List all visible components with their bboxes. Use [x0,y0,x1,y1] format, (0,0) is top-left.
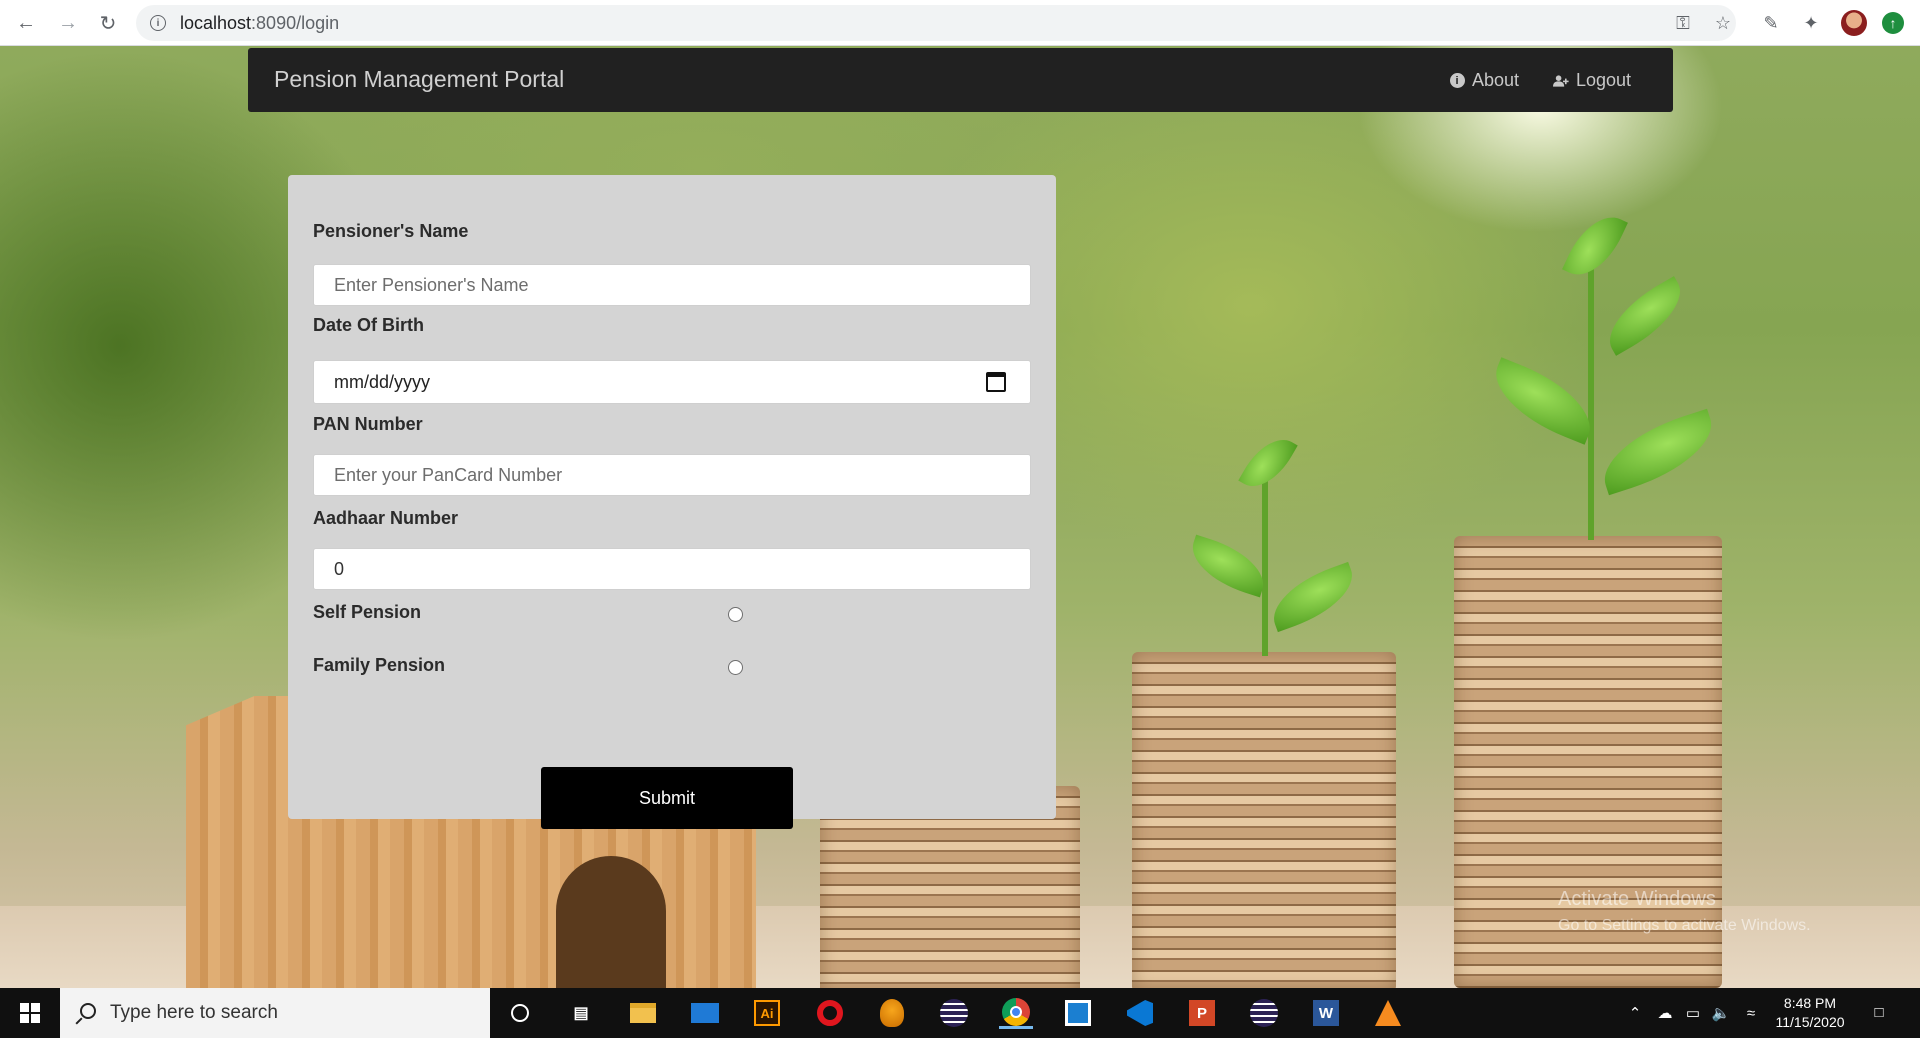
leaf-decoration [1183,534,1273,598]
page-background: Pension Management Portal i About Logout… [0,46,1920,988]
url-host: localhost [180,12,252,33]
user-plus-icon [1553,73,1569,89]
notification-icon[interactable]: □ [1868,1001,1890,1023]
wifi-icon[interactable]: ≈ [1740,1002,1762,1024]
family-pension-label: Family Pension [313,655,446,675]
taskbar-clock[interactable]: 8:48 PM 11/15/2020 [1768,994,1852,1032]
house-door-decoration [556,856,666,988]
eyedropper-icon[interactable]: ✎ [1759,11,1783,35]
star-icon[interactable]: ☆ [1712,12,1734,34]
windows-taskbar: Type here to search ▤ Ai P W ⌃ ☁ ▭ 🔈 ≈ 8… [0,988,1920,1038]
leaf-decoration [1482,357,1604,445]
key-icon[interactable]: ⚿ [1672,12,1694,34]
pensioner-name-label: Pensioner's Name [313,221,469,241]
chevron-up-icon[interactable]: ⌃ [1624,1002,1646,1024]
plant-stem-medium [1262,466,1268,656]
puzzle-icon[interactable]: ✦ [1799,11,1823,35]
browser-toolbar: ← → ↻ i localhost:8090/login ⚿ ☆ ✎ ✦ ↑ [0,0,1920,46]
reload-icon[interactable]: ↻ [94,9,122,37]
cortana-icon[interactable] [503,997,537,1029]
clock-time: 8:48 PM [1783,995,1837,1011]
forward-arrow-icon[interactable]: → [54,9,82,37]
profile-avatar[interactable] [1841,10,1867,36]
app-icon[interactable] [1061,997,1095,1029]
powerpoint-icon[interactable]: P [1185,997,1219,1029]
pan-number-label: PAN Number [313,414,423,434]
search-icon [80,1003,96,1019]
taskbar-search-box[interactable]: Type here to search [60,988,490,1038]
word-icon[interactable]: W [1309,997,1343,1029]
top-navbar: Pension Management Portal i About Logout [248,48,1673,112]
leaf-decoration [1562,205,1628,287]
submit-button[interactable]: Submit [541,767,793,829]
activate-windows-subtitle: Go to Settings to activate Windows. [1558,917,1811,934]
about-link[interactable]: i About [1449,70,1519,91]
date-of-birth-label: Date Of Birth [313,315,425,335]
battery-icon[interactable]: ▭ [1682,1002,1704,1024]
onedrive-icon[interactable]: ☁ [1654,1002,1676,1024]
eclipse-icon[interactable] [937,997,971,1029]
aadhaar-number-label: Aadhaar Number [313,508,459,528]
update-icon[interactable]: ↑ [1882,12,1904,34]
start-button[interactable] [0,988,60,1038]
mail-icon[interactable] [688,997,722,1029]
address-bar[interactable]: i localhost:8090/login [136,5,1736,41]
date-of-birth-input[interactable]: mm/dd/yyyy [313,360,1031,404]
chrome-icon[interactable] [999,997,1033,1029]
back-arrow-icon[interactable]: ← [12,9,40,37]
leaf-decoration [1592,408,1724,496]
taskbar-search-placeholder: Type here to search [110,1002,278,1023]
vscode-icon[interactable] [1123,997,1157,1029]
navbar-brand[interactable]: Pension Management Portal [274,66,564,93]
opera-icon[interactable] [813,997,847,1029]
plant-stem-large [1588,246,1594,540]
fl-studio-icon[interactable] [875,997,909,1029]
illustrator-icon[interactable]: Ai [750,997,784,1029]
about-label: About [1472,70,1520,90]
volume-icon[interactable]: 🔈 [1710,1002,1732,1024]
windows-logo-icon [20,1003,40,1023]
leaf-decoration [1596,276,1694,356]
aadhaar-number-input[interactable] [313,548,1031,590]
date-of-birth-value: mm/dd/yyyy [334,371,431,392]
pensioner-name-input[interactable] [313,264,1031,306]
leaf-decoration [1263,561,1363,633]
logout-label: Logout [1576,70,1632,90]
leaf-decoration [1238,428,1298,498]
self-pension-radio[interactable] [728,607,743,622]
file-explorer-icon[interactable] [626,997,660,1029]
coin-stack-medium [1132,652,1396,988]
self-pension-label: Self Pension [313,602,422,622]
info-icon[interactable]: i [150,15,166,31]
calendar-icon[interactable] [986,372,1006,392]
info-circle-icon: i [1449,73,1465,89]
vlc-icon[interactable] [1371,997,1405,1029]
pension-form-card: Pensioner's Name Date Of Birth mm/dd/yyy… [288,175,1056,829]
logout-link[interactable]: Logout [1553,70,1631,91]
clock-date: 11/15/2020 [1775,1014,1845,1030]
family-pension-radio[interactable] [728,660,743,675]
eclipse-ide-icon[interactable] [1247,997,1281,1029]
pan-number-input[interactable] [313,454,1031,496]
task-view-icon[interactable]: ▤ [564,997,598,1029]
url-path: :8090/login [251,12,340,33]
activate-windows-title: Activate Windows [1558,888,1716,910]
